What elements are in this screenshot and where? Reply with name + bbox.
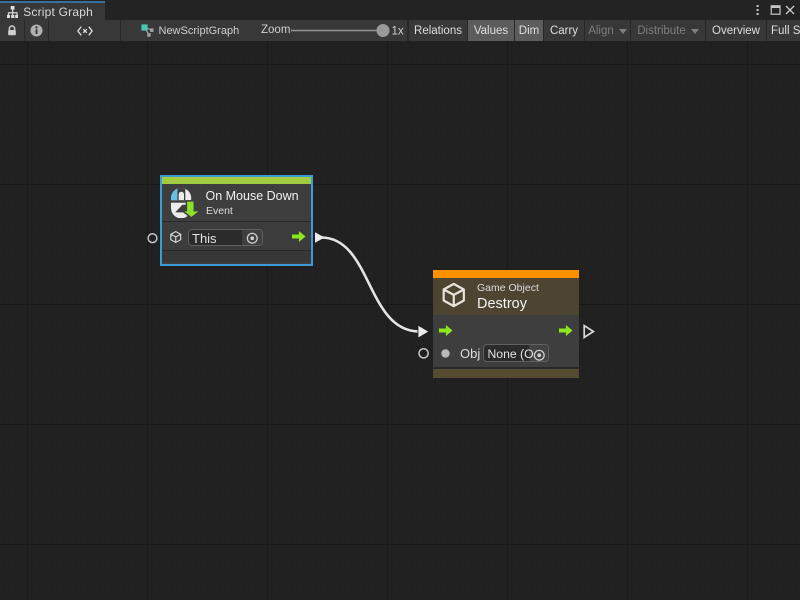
svg-text:1x: 1x [392, 26, 404, 38]
